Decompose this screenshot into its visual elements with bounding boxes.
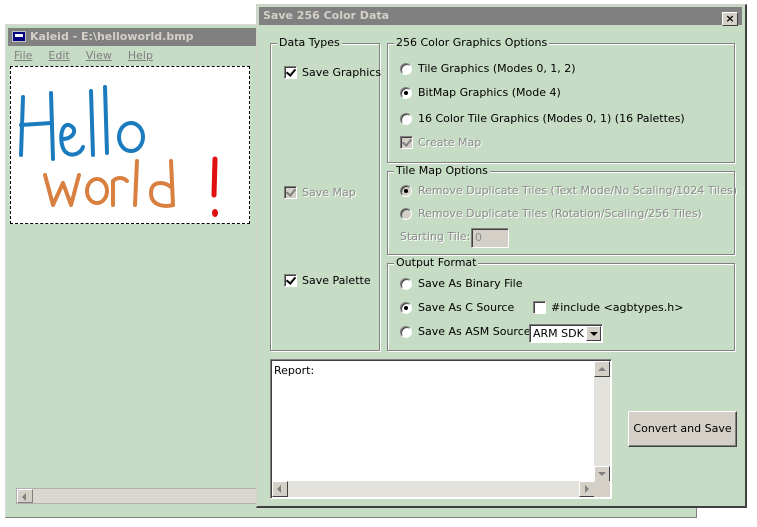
- tile16-graphics-label: 16 Color Tile Graphics (Modes 0, 1) (16 …: [418, 112, 685, 125]
- radio-dot[interactable]: [400, 112, 412, 125]
- graphics-options-caption: 256 Color Graphics Options: [394, 36, 550, 49]
- asm-source-radio[interactable]: Save As ASM Source: [400, 325, 531, 338]
- hello-world-drawing: [19, 85, 218, 217]
- data-types-group: Data Types Save Graphics Save Map Save P…: [270, 36, 381, 351]
- radio-dot: [400, 184, 412, 197]
- data-types-caption: Data Types: [277, 36, 342, 49]
- output-format-group: Output Format Save As Binary File Save A…: [387, 256, 735, 351]
- tile-graphics-label: Tile Graphics (Modes 0, 1, 2): [418, 62, 576, 75]
- c-source-radio[interactable]: Save As C Source: [400, 301, 514, 314]
- report-vertical-scrollbar[interactable]: [594, 361, 610, 482]
- scroll-left-icon[interactable]: [17, 489, 33, 503]
- output-format-caption: Output Format: [394, 256, 479, 269]
- scroll-up-icon[interactable]: [594, 361, 610, 377]
- radio-dot[interactable]: [400, 86, 412, 99]
- kaleid-horizontal-scrollbar[interactable]: [16, 488, 266, 504]
- dialog-title-bar: Save 256 Color Data ×: [259, 7, 742, 26]
- asm-source-label: Save As ASM Source: [418, 325, 531, 338]
- radio-dot: [400, 207, 412, 220]
- menu-help[interactable]: Help: [128, 47, 153, 65]
- asm-format-value: ARM SDK: [533, 327, 584, 340]
- include-agbtypes-checkbox[interactable]: #include <agbtypes.h>: [533, 301, 683, 314]
- tilemap-options-group: Tile Map Options Remove Duplicate Tiles …: [387, 164, 737, 255]
- remove-duplicates-text-label: Remove Duplicate Tiles (Text Mode/No Sca…: [418, 184, 738, 197]
- radio-dot[interactable]: [400, 277, 412, 290]
- dialog-title: Save 256 Color Data: [263, 9, 390, 22]
- save-graphics-checkbox[interactable]: Save Graphics: [284, 66, 381, 79]
- kaleid-menu-bar: File Edit View Help: [8, 47, 153, 65]
- menu-file[interactable]: File: [14, 47, 32, 65]
- close-icon[interactable]: ×: [722, 12, 738, 26]
- kaleid-title: Kaleid - E:\helloworld.bmp: [30, 30, 194, 43]
- bitmap-graphics-radio[interactable]: BitMap Graphics (Mode 4): [400, 86, 561, 99]
- starting-tile-label: Starting Tile:: [400, 230, 471, 243]
- binary-file-radio[interactable]: Save As Binary File: [400, 277, 523, 290]
- image-canvas[interactable]: [10, 66, 250, 224]
- radio-dot[interactable]: [400, 301, 412, 314]
- remove-duplicates-rot-radio: Remove Duplicate Tiles (Rotation/Scaling…: [400, 207, 702, 220]
- starting-tile-input: 0: [471, 228, 509, 248]
- checkbox-box[interactable]: [284, 66, 297, 79]
- scroll-right-icon[interactable]: [579, 481, 595, 497]
- report-textarea[interactable]: Report:: [270, 359, 612, 499]
- create-map-label: Create Map: [418, 136, 482, 149]
- save-dialog: Save 256 Color Data × Data Types Save Gr…: [256, 4, 747, 508]
- chevron-down-icon[interactable]: [586, 326, 601, 341]
- checkbox-box[interactable]: [533, 301, 546, 314]
- radio-dot[interactable]: [400, 325, 412, 338]
- checkbox-box[interactable]: [284, 274, 297, 287]
- c-source-label: Save As C Source: [418, 301, 515, 314]
- remove-duplicates-rot-label: Remove Duplicate Tiles (Rotation/Scaling…: [418, 207, 702, 220]
- save-map-label: Save Map: [302, 186, 356, 199]
- save-palette-label: Save Palette: [302, 274, 371, 287]
- menu-view[interactable]: View: [86, 47, 112, 65]
- binary-file-label: Save As Binary File: [418, 277, 523, 290]
- checkbox-box: [284, 186, 297, 199]
- scroll-left-icon[interactable]: [272, 481, 288, 497]
- convert-and-save-button[interactable]: Convert and Save: [628, 411, 737, 447]
- tilemap-options-caption: Tile Map Options: [394, 164, 490, 177]
- scrollbar-corner: [594, 481, 610, 497]
- tile-graphics-radio[interactable]: Tile Graphics (Modes 0, 1, 2): [400, 62, 576, 75]
- asm-format-dropdown[interactable]: ARM SDK: [529, 324, 603, 343]
- menu-edit[interactable]: Edit: [48, 47, 69, 65]
- report-label: Report:: [274, 364, 315, 377]
- save-graphics-label: Save Graphics: [302, 66, 382, 79]
- checkbox-box: [400, 136, 413, 149]
- report-horizontal-scrollbar[interactable]: [272, 481, 595, 497]
- tile16-graphics-radio[interactable]: 16 Color Tile Graphics (Modes 0, 1) (16 …: [400, 112, 685, 125]
- graphics-options-group: 256 Color Graphics Options Tile Graphics…: [387, 36, 735, 163]
- include-agbtypes-label: #include <agbtypes.h>: [551, 301, 684, 314]
- save-map-checkbox: Save Map: [284, 186, 356, 199]
- bitmap-graphics-label: BitMap Graphics (Mode 4): [418, 86, 561, 99]
- app-icon: [12, 31, 26, 42]
- remove-duplicates-text-radio: Remove Duplicate Tiles (Text Mode/No Sca…: [400, 184, 737, 197]
- save-palette-checkbox[interactable]: Save Palette: [284, 274, 371, 287]
- scroll-down-icon[interactable]: [594, 466, 610, 482]
- create-map-checkbox: Create Map: [400, 136, 481, 149]
- radio-dot[interactable]: [400, 62, 412, 75]
